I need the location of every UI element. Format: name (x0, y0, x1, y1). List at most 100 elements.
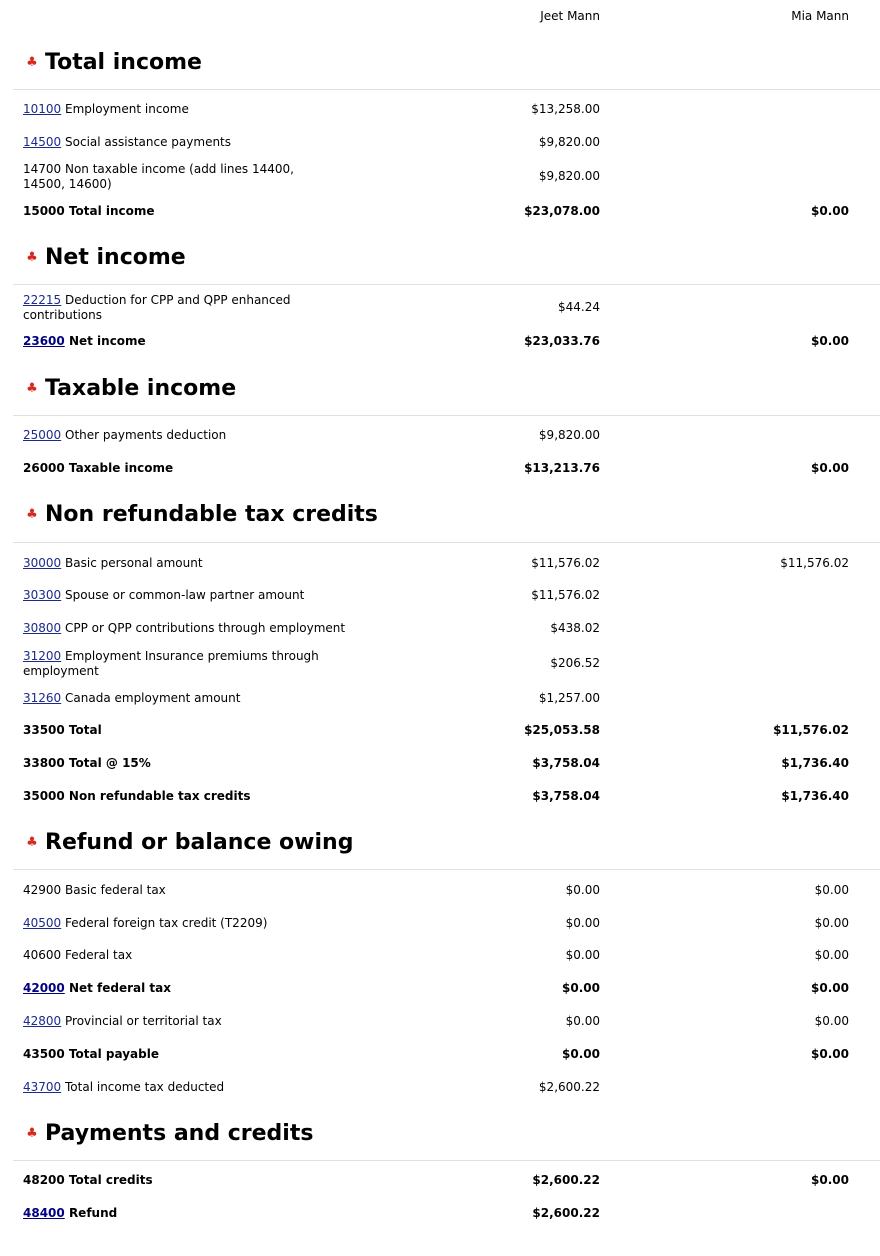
line-item-text: Federal foreign tax credit (T2209) (65, 916, 268, 930)
line-item-row: 23600 Net income $23,033.76 $0.00 (0, 334, 880, 350)
amount-person2: $0.00 (811, 334, 849, 348)
amount-person2: $0.00 (814, 948, 849, 962)
line-item-label: 30300 Spouse or common-law partner amoun… (23, 588, 443, 603)
section-title-text: Payments and credits (45, 1121, 314, 1146)
amount-person1: $438.02 (550, 621, 600, 635)
amount-person2: $11,576.02 (780, 556, 849, 570)
line-item-row: 48200 Total credits $2,600.22 $0.00 (0, 1173, 880, 1189)
line-item-row: 30800 CPP or QPP contributions through e… (0, 621, 880, 637)
line-item-row: 40500 Federal foreign tax credit (T2209)… (0, 916, 880, 932)
line-code-link[interactable]: 48400 (23, 1206, 65, 1220)
line-item-row: 35000 Non refundable tax credits $3,758.0… (0, 789, 880, 805)
line-item-text: Net federal tax (68, 981, 172, 995)
section-title-text: Refund or balance owing (45, 830, 354, 855)
amount-person2: $0.00 (811, 1173, 849, 1187)
line-item-row: 48400 Refund $2,600.22 (0, 1206, 880, 1222)
line-code-link[interactable]: 30800 (23, 621, 61, 635)
line-code-link[interactable]: 25000 (23, 428, 61, 442)
amount-person1: $23,078.00 (524, 204, 600, 218)
line-item-text: Other payments deduction (65, 428, 227, 442)
maple-leaf-icon: ♣ (26, 55, 38, 70)
line-item-label: 25000 Other payments deduction (23, 428, 443, 443)
amount-person1: $9,820.00 (538, 135, 600, 149)
line-code-link[interactable]: 40500 (23, 916, 61, 930)
line-item-text: 15000 Total income (23, 204, 155, 218)
amount-person1: $0.00 (562, 981, 600, 995)
line-item-label: 30800 CPP or QPP contributions through e… (23, 621, 443, 636)
section-title-text: Total income (45, 50, 202, 75)
line-item-row: 31260 Canada employment amount $1,257.00 (0, 691, 880, 707)
line-item-text: Social assistance payments (65, 135, 232, 149)
section-divider (13, 1160, 880, 1161)
amount-person2: $0.00 (811, 461, 849, 475)
line-item-text: Canada employment amount (65, 691, 241, 705)
line-item-label: 14700 Non taxable income (add lines 1440… (23, 162, 333, 192)
amount-person1: $9,820.00 (538, 428, 600, 442)
amount-person1: $0.00 (565, 883, 600, 897)
line-code-link[interactable]: 42000 (23, 981, 65, 995)
line-code-link[interactable]: 42800 (23, 1014, 61, 1028)
line-code-link[interactable]: 43700 (23, 1080, 61, 1094)
line-item-text: Provincial or territorial tax (65, 1014, 222, 1028)
amount-person1: $13,258.00 (531, 102, 600, 116)
line-item-text: 14700 Non taxable income (add lines 1440… (23, 162, 294, 191)
amount-person1: $0.00 (565, 916, 600, 930)
line-item-text: Refund (68, 1206, 118, 1220)
line-item-label: 33800 Total @ 15% (23, 756, 443, 771)
line-item-row: 30000 Basic personal amount $11,576.02 $11… (0, 556, 880, 572)
line-item-text: Total income tax deducted (65, 1080, 225, 1094)
line-item-label: 31200 Employment Insurance premiums thro… (23, 649, 333, 679)
amount-person1: $3,758.04 (532, 789, 600, 803)
line-item-label: 40600 Federal tax (23, 948, 443, 963)
line-item-label: 42800 Provincial or territorial tax (23, 1014, 443, 1029)
amount-person1: $0.00 (562, 1047, 600, 1061)
line-item-label: 35000 Non refundable tax credits (23, 789, 443, 804)
amount-person2: $11,576.02 (773, 723, 849, 737)
line-item-label: 15000 Total income (23, 204, 443, 219)
line-item-row: 33500 Total $25,053.58 $11,576.02 (0, 723, 880, 739)
line-code-link[interactable]: 30300 (23, 588, 61, 602)
line-item-label: 48200 Total credits (23, 1173, 443, 1188)
amount-person1: $2,600.22 (538, 1080, 600, 1094)
line-item-row: 43700 Total income tax deducted $2,600.22 (0, 1080, 880, 1096)
amount-person1: $2,600.22 (532, 1173, 600, 1187)
section-divider (13, 284, 880, 285)
amount-person1: $44.24 (558, 300, 600, 314)
amount-person1: $0.00 (565, 1014, 600, 1028)
line-item-row: 42900 Basic federal tax $0.00 $0.00 (0, 883, 880, 899)
line-code-link[interactable]: 22215 (23, 293, 61, 307)
amount-person1: $0.00 (565, 948, 600, 962)
line-item-label: 23600 Net income (23, 334, 443, 349)
line-code-link[interactable]: 31260 (23, 691, 61, 705)
line-item-text: CPP or QPP contributions through employm… (65, 621, 346, 635)
line-item-text: 33800 Total @ 15% (23, 756, 151, 770)
amount-person2: $0.00 (811, 1047, 849, 1061)
line-item-label: 43700 Total income tax deducted (23, 1080, 443, 1095)
line-item-text: 35000 Non refundable tax credits (23, 789, 251, 803)
line-item-row: 25000 Other payments deduction $9,820.00 (0, 428, 880, 444)
line-item-row: 15000 Total income $23,078.00 $0.00 (0, 204, 880, 220)
line-code-link[interactable]: 10100 (23, 102, 61, 116)
line-code-link[interactable]: 30000 (23, 556, 61, 570)
maple-leaf-icon: ♣ (26, 381, 38, 396)
line-item-row: 10100 Employment income $13,258.00 (0, 102, 880, 118)
line-item-text: 48200 Total credits (23, 1173, 153, 1187)
line-item-text: 40600 Federal tax (23, 948, 133, 962)
line-item-text: Deduction for CPP and QPP enhanced contr… (23, 293, 291, 322)
amount-person2: $0.00 (811, 204, 849, 218)
line-item-label: 42000 Net federal tax (23, 981, 443, 996)
line-item-row: 33800 Total @ 15% $3,758.04 $1,736.40 (0, 756, 880, 772)
line-item-row: 22215 Deduction for CPP and QPP enhanced… (0, 293, 880, 322)
amount-person1: $13,213.76 (524, 461, 600, 475)
line-item-row: 40600 Federal tax $0.00 $0.00 (0, 948, 880, 964)
line-item-label: 42900 Basic federal tax (23, 883, 443, 898)
line-item-row: 42000 Net federal tax $0.00 $0.00 (0, 981, 880, 997)
maple-leaf-icon: ♣ (26, 507, 38, 522)
line-item-row: 14500 Social assistance payments $9,820.0… (0, 135, 880, 151)
amount-person1: $11,576.02 (531, 588, 600, 602)
amount-person1: $9,820.00 (538, 169, 600, 183)
line-item-row: 14700 Non taxable income (add lines 1440… (0, 162, 880, 191)
line-code-link[interactable]: 14500 (23, 135, 61, 149)
line-code-link[interactable]: 31200 (23, 649, 61, 663)
line-code-link[interactable]: 23600 (23, 334, 65, 348)
